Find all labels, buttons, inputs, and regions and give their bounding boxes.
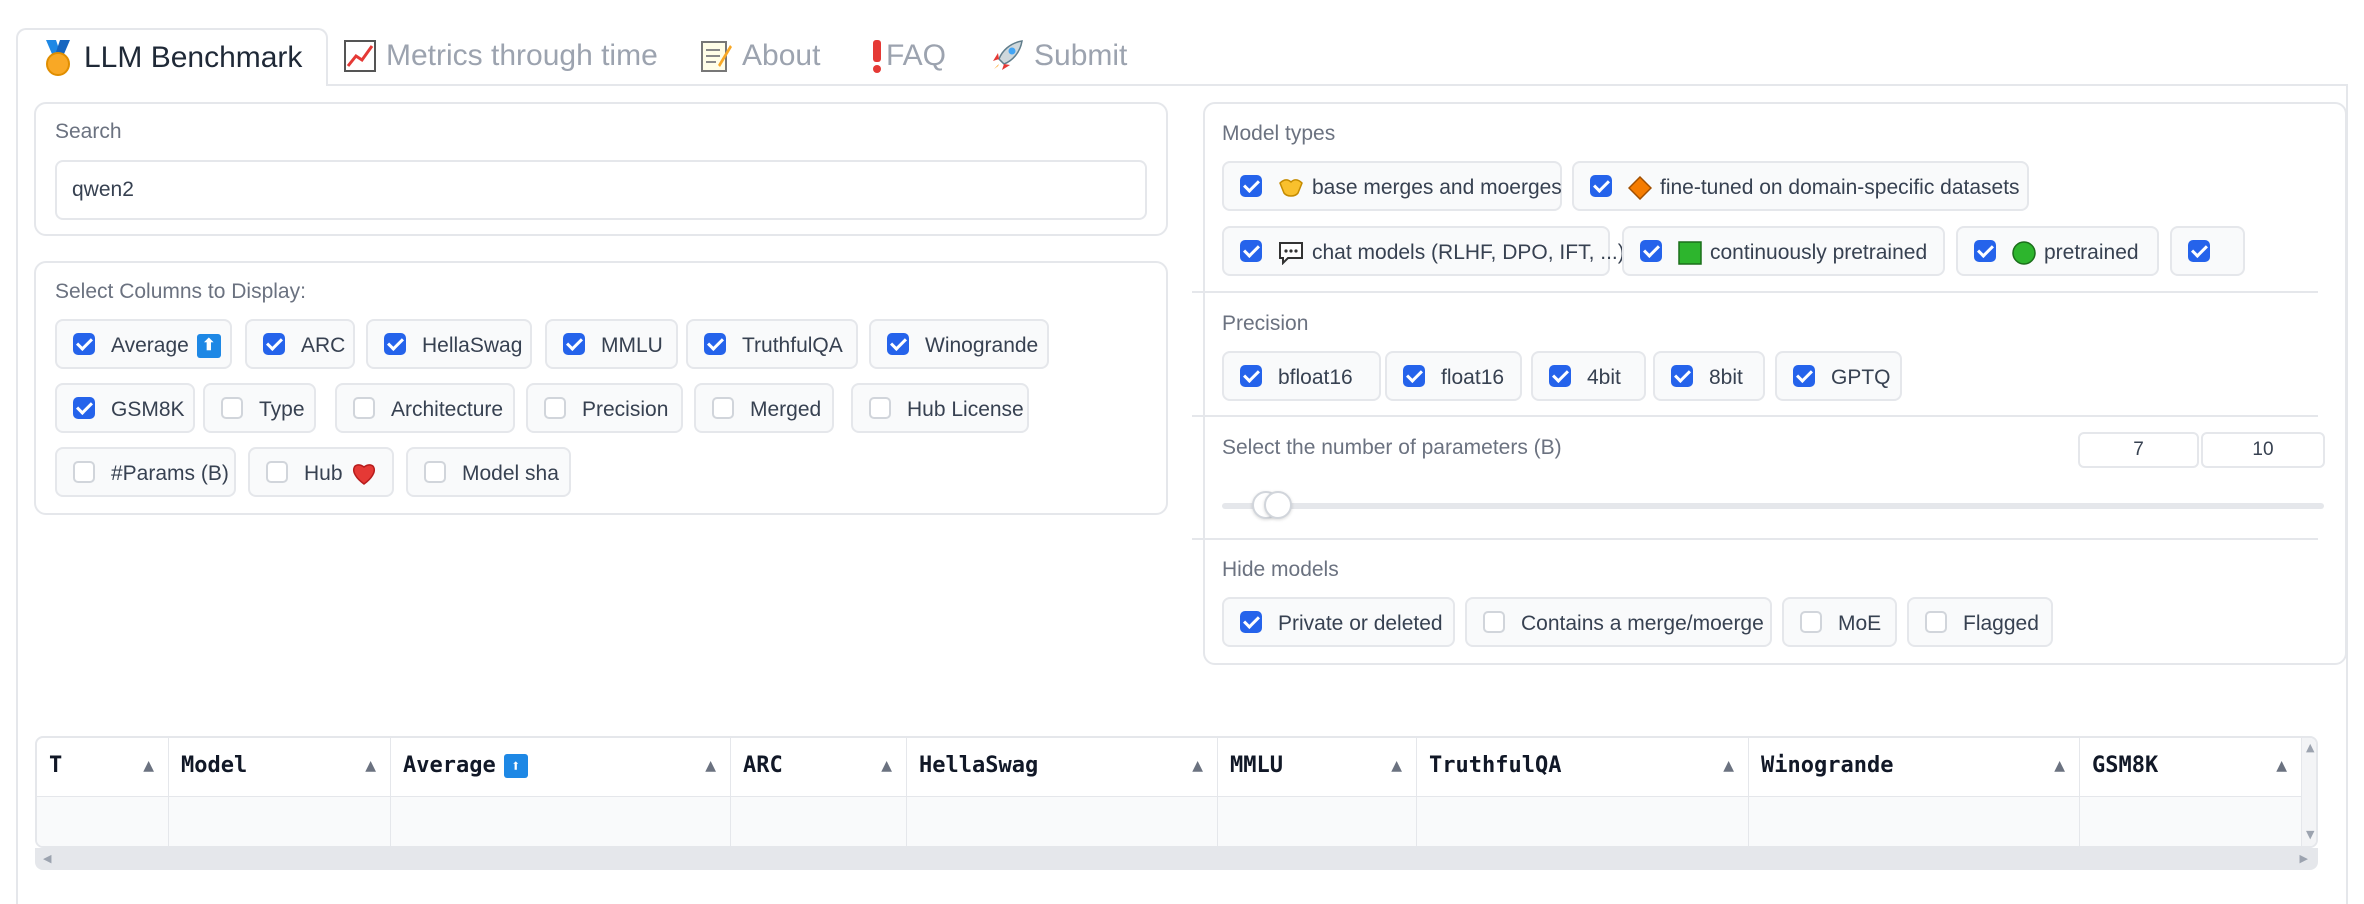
tab-about[interactable]: About [700, 28, 820, 84]
column-header-truthfulqa[interactable]: TruthfulQA ▲ [1417, 738, 1749, 796]
header-label: Average [403, 753, 496, 778]
sort-icon[interactable]: ▲ [881, 758, 892, 774]
column-header-model[interactable]: Model ▲ [169, 738, 391, 796]
column-header-mmlu[interactable]: MMLU ▲ [1218, 738, 1417, 796]
scroll-down-icon[interactable]: ▼ [2306, 828, 2314, 841]
table-cell [1749, 796, 2080, 846]
vertical-scrollbar[interactable]: ▲ ▼ [2302, 738, 2316, 846]
sort-icon[interactable]: ▲ [2054, 758, 2065, 774]
chart-increasing-icon [344, 40, 376, 72]
exclamation-icon [873, 40, 881, 73]
tab-llm-benchmark[interactable]: LLM Benchmark [16, 28, 329, 86]
table-cell [1417, 796, 1749, 846]
medal-icon [46, 40, 70, 76]
sort-icon[interactable]: ▲ [1391, 758, 1402, 774]
scroll-right-icon[interactable]: ▶ [2300, 852, 2308, 865]
sort-icon[interactable]: ▲ [1192, 758, 1203, 774]
memo-icon [701, 41, 732, 72]
column-header-t[interactable]: T ▲ [37, 738, 169, 796]
tab-label: About [742, 39, 821, 72]
header-label: MMLU [1230, 753, 1283, 778]
table-cell [391, 796, 731, 846]
sort-icon[interactable]: ▲ [143, 758, 154, 774]
tab-label: Submit [1034, 39, 1128, 72]
horizontal-scrollbar-track[interactable]: ◀ ▶ [35, 848, 2318, 870]
sort-icon[interactable]: ▲ [365, 758, 376, 774]
column-header-winogrande[interactable]: Winogrande ▲ [1749, 738, 2080, 796]
tab-label: LLM Benchmark [84, 41, 303, 74]
leaderboard-table: T ▲ Model ▲ Average ⬆ ▲ ARC ▲ HellaSwag ▲ MMLU… [35, 736, 2318, 848]
header-label: GSM8K [2092, 753, 2159, 778]
table-cell [169, 796, 391, 846]
rocket-icon [993, 40, 1023, 70]
tab-label: FAQ [886, 39, 947, 72]
sort-icon[interactable]: ▲ [1723, 758, 1734, 774]
column-header-arc[interactable]: ARC ▲ [731, 738, 907, 796]
header-label: TruthfulQA [1429, 753, 1562, 778]
table-cell [907, 796, 1218, 846]
table-cell [37, 796, 169, 846]
scroll-left-icon[interactable]: ◀ [43, 852, 51, 865]
tab-faq[interactable]: FAQ [870, 28, 946, 84]
table-cell [731, 796, 907, 846]
tab-submit[interactable]: Submit [990, 28, 1127, 84]
header-label: T [49, 753, 63, 778]
header-label: Model [181, 753, 248, 778]
sort-icon[interactable]: ▲ [705, 758, 716, 774]
up-arrow-icon: ⬆ [503, 753, 528, 778]
scroll-up-icon[interactable]: ▲ [2306, 741, 2314, 754]
header-label: ARC [743, 753, 783, 778]
column-header-gsm8k[interactable]: GSM8K ▲ [2080, 738, 2302, 796]
tab-label: Metrics through time [386, 39, 658, 72]
header-label: Winogrande [1761, 753, 1894, 778]
header-label: HellaSwag [919, 753, 1039, 778]
table-cell [2080, 796, 2302, 846]
column-header-hellaswag[interactable]: HellaSwag ▲ [907, 738, 1218, 796]
sort-icon[interactable]: ▲ [2276, 758, 2287, 774]
table-cell [1218, 796, 1417, 846]
column-header-average[interactable]: Average ⬆ ▲ [391, 738, 731, 796]
tab-metrics-through-time[interactable]: Metrics through time [344, 28, 658, 84]
